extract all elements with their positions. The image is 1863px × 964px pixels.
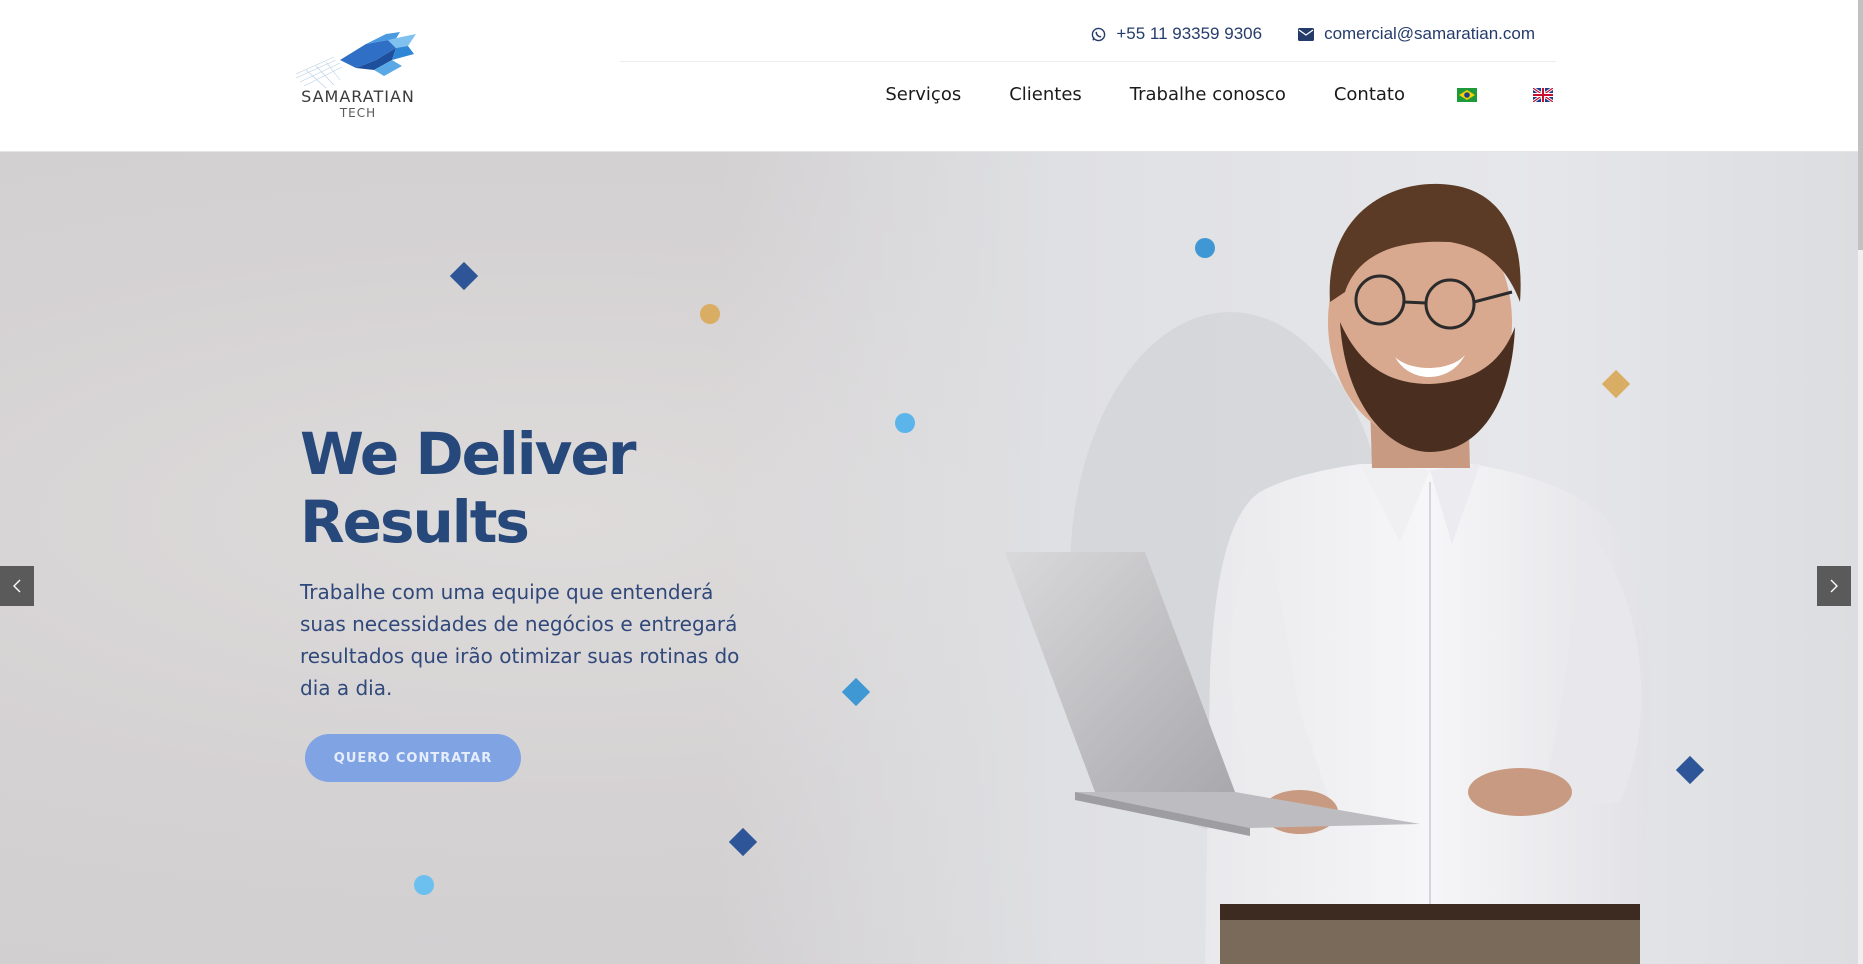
chevron-right-icon bbox=[1830, 579, 1838, 593]
en-gb-flag-icon[interactable] bbox=[1533, 87, 1553, 102]
pt-br-flag-icon[interactable] bbox=[1457, 87, 1477, 102]
nav-item-clientes[interactable]: Clientes bbox=[1009, 84, 1082, 105]
contact-bar: +55 11 93359 9306 comercial@samaratian.c… bbox=[1091, 24, 1535, 44]
hero-title: We Deliver Results bbox=[300, 420, 636, 556]
decor-dot bbox=[1195, 238, 1215, 258]
hero-description: Trabalhe com uma equipe que entenderá su… bbox=[300, 580, 740, 700]
hero-person-image bbox=[1005, 183, 1651, 964]
whatsapp-icon bbox=[1092, 27, 1106, 41]
hire-button[interactable]: QUERO CONTRATAR bbox=[305, 734, 521, 782]
decor-dot bbox=[414, 875, 434, 895]
main-nav: Serviços Clientes Trabalhe conosco Conta… bbox=[837, 84, 1553, 105]
email-address: comercial@samaratian.com bbox=[1324, 24, 1535, 43]
slider-next-button[interactable] bbox=[1817, 566, 1851, 606]
slider-prev-button[interactable] bbox=[0, 566, 34, 606]
site-header: SAMARATIAN TECH +55 11 93359 9306 comerc… bbox=[0, 0, 1863, 152]
header-divider bbox=[620, 61, 1556, 62]
email-link[interactable]: comercial@samaratian.com bbox=[1298, 24, 1535, 44]
envelope-icon bbox=[1298, 27, 1315, 41]
logo-subtitle: TECH bbox=[339, 106, 377, 120]
logo-hand-icon bbox=[296, 32, 416, 89]
phone-link[interactable]: +55 11 93359 9306 bbox=[1091, 24, 1262, 44]
nav-item-servicos[interactable]: Serviços bbox=[885, 84, 961, 105]
hero-slider: We Deliver Results Trabalhe com uma equi… bbox=[0, 152, 1858, 964]
decor-diamond bbox=[449, 261, 479, 291]
nav-item-contato[interactable]: Contato bbox=[1334, 84, 1405, 105]
decor-dot bbox=[895, 413, 915, 433]
logo[interactable]: SAMARATIAN TECH bbox=[296, 30, 420, 120]
decor-dot bbox=[700, 304, 720, 324]
logo-title: SAMARATIAN bbox=[301, 87, 415, 106]
scrollbar-thumb[interactable] bbox=[1858, 0, 1863, 250]
phone-number: +55 11 93359 9306 bbox=[1116, 24, 1263, 43]
nav-item-trabalhe-conosco[interactable]: Trabalhe conosco bbox=[1130, 84, 1286, 105]
chevron-left-icon bbox=[13, 579, 21, 593]
